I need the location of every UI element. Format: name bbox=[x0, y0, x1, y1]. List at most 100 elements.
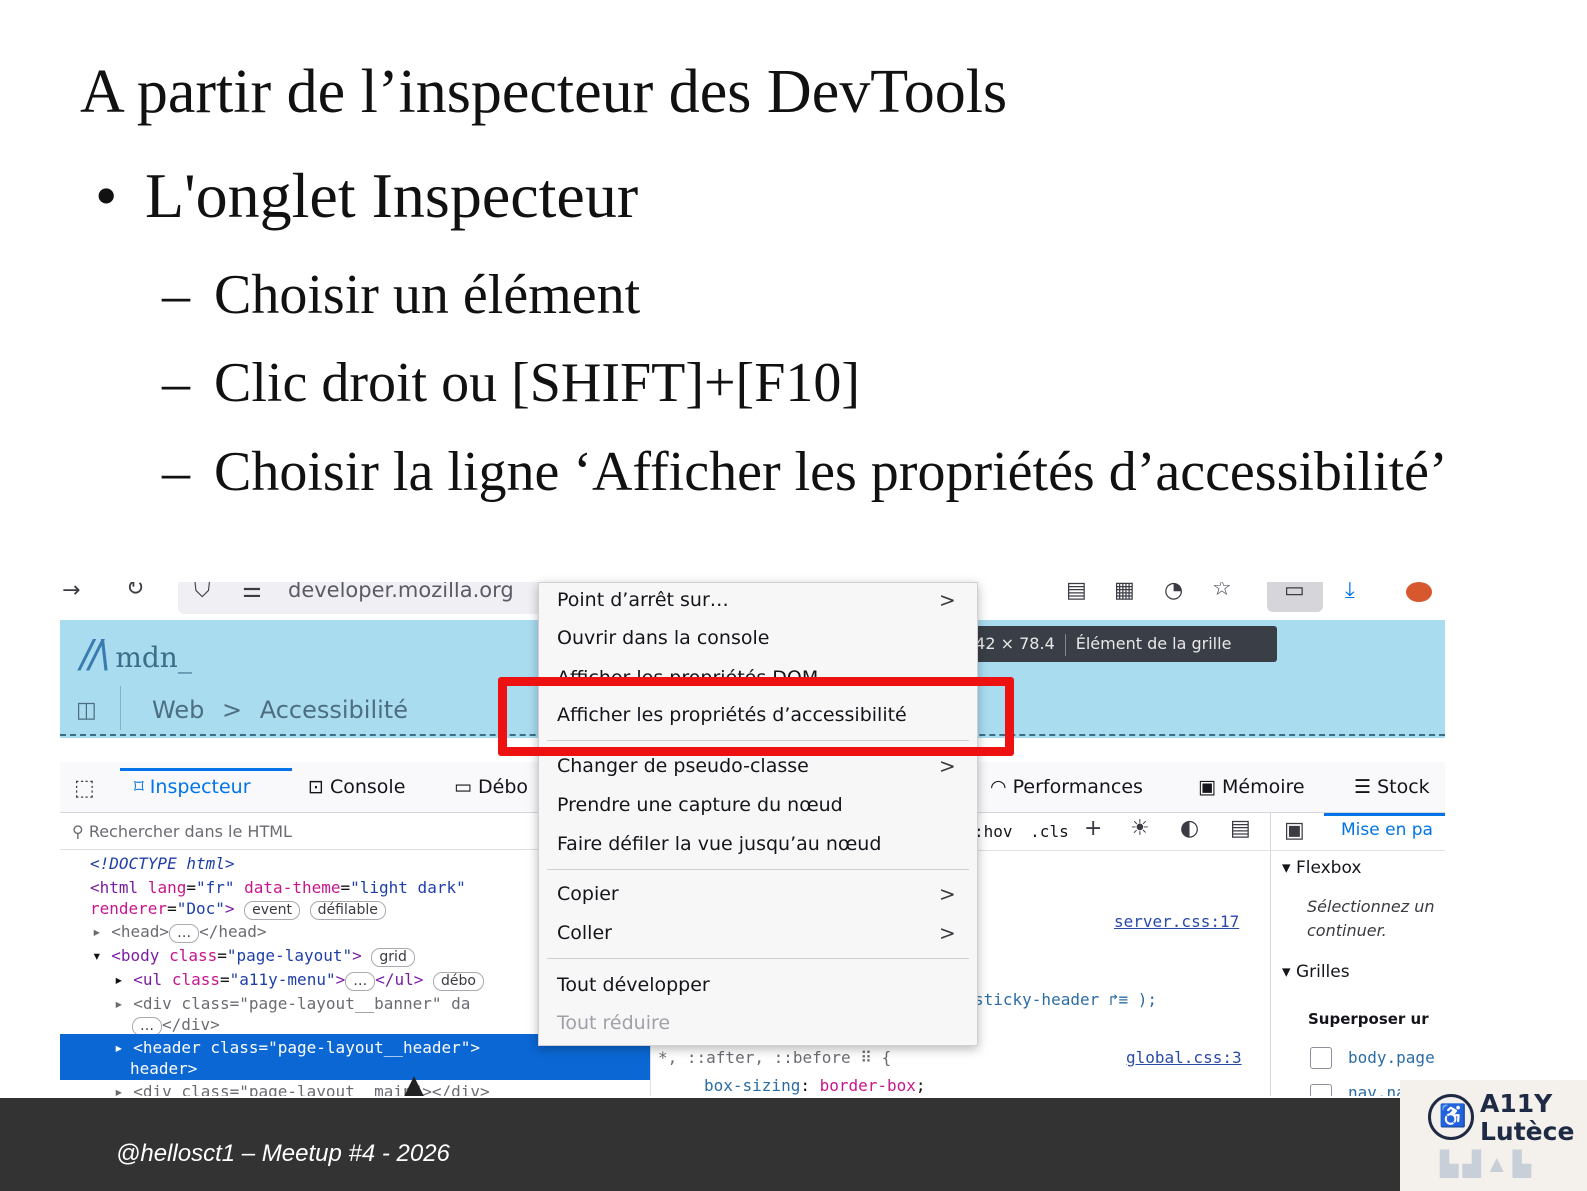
chevron-right-icon: > bbox=[939, 921, 956, 945]
banner-node[interactable]: ▸ <div class="page-layout__banner" da bbox=[114, 994, 470, 1014]
bullet-label: L'onglet Inspecteur bbox=[145, 160, 639, 231]
grids-section[interactable]: ▾ Grilles bbox=[1282, 962, 1350, 982]
avatar[interactable] bbox=[1406, 582, 1432, 602]
menu-item-pseudo-class[interactable]: Changer de pseudo-classe bbox=[557, 755, 809, 777]
permissions-icon[interactable]: ⚌ bbox=[242, 582, 262, 603]
logo-line-1: A11Y bbox=[1480, 1089, 1553, 1118]
dark-mode-icon[interactable]: ◐ bbox=[1180, 816, 1199, 841]
sub-marker: – bbox=[162, 441, 190, 503]
side-tab-indicator bbox=[1324, 813, 1445, 816]
html-node[interactable]: <html lang="fr" data-theme="light dark" bbox=[90, 878, 466, 898]
highlight-annotation bbox=[498, 677, 1014, 756]
sub-marker: – bbox=[162, 352, 190, 414]
html-node-cont[interactable]: renderer="Doc"> event défilable bbox=[90, 899, 386, 920]
debugger-icon: ▭ bbox=[454, 776, 478, 798]
tab-layout[interactable]: Mise en pa bbox=[1341, 820, 1433, 840]
menu-item-paste[interactable]: Coller bbox=[557, 922, 612, 944]
mdn-logo[interactable]: //\ mdn_ bbox=[80, 632, 192, 676]
performance-icon: ◠ bbox=[990, 776, 1013, 798]
flexbox-section[interactable]: ▾ Flexbox bbox=[1282, 858, 1361, 878]
banner-node-close[interactable]: … </div> bbox=[132, 1015, 220, 1036]
sub-item: – Clic droit ou [SHIFT]+[F10] bbox=[162, 350, 860, 417]
scroll-badge[interactable]: défilable bbox=[309, 901, 386, 920]
element-picker-icon[interactable]: ⬚ bbox=[74, 776, 95, 801]
mdn-logo-text: mdn_ bbox=[115, 641, 192, 674]
grid-tooltip-label: Élément de la grille bbox=[1075, 634, 1232, 653]
grid-tooltip: 042 × 78.4 Élément de la grille bbox=[965, 626, 1277, 662]
menu-item-copy[interactable]: Copier bbox=[557, 883, 619, 905]
menu-item-open-console[interactable]: Ouvrir dans la console bbox=[557, 627, 769, 649]
print-icon[interactable]: ▤ bbox=[1230, 816, 1251, 841]
tab-memory[interactable]: ▣ Mémoire bbox=[1198, 776, 1305, 798]
rss-icon[interactable]: ◔ bbox=[1164, 582, 1183, 603]
sub-item-label: Choisir un élément bbox=[214, 264, 641, 326]
hov-toggle[interactable]: :hov bbox=[974, 822, 1013, 841]
overflow-badge[interactable]: débo bbox=[433, 972, 484, 991]
storage-icon: ☰ bbox=[1354, 776, 1378, 798]
sidebar-toggle-button[interactable]: ▭ bbox=[1267, 582, 1323, 612]
box-sizing-declaration[interactable]: box-sizing: border-box; bbox=[704, 1076, 926, 1096]
bookmark-star-icon[interactable]: ☆ bbox=[1212, 582, 1232, 601]
cls-toggle[interactable]: .cls bbox=[1030, 822, 1069, 841]
console-icon: ⊡ bbox=[308, 776, 330, 798]
stylesheet-link-server[interactable]: server.css:17 bbox=[1114, 912, 1239, 932]
bullet-item: • L'onglet Inspecteur bbox=[95, 158, 638, 235]
forward-icon[interactable]: → bbox=[62, 582, 80, 603]
search-icon: ⚲ bbox=[72, 822, 89, 841]
menu-separator bbox=[547, 869, 969, 870]
shield-icon[interactable]: ⛉ bbox=[194, 582, 211, 603]
tab-inspector[interactable]: ⌑ Inspecteur bbox=[134, 776, 251, 798]
logo-text: A11Y Lutèce bbox=[1480, 1090, 1574, 1146]
menu-item-scroll-into-view[interactable]: Faire défiler la vue jusqu’au nœud bbox=[557, 833, 881, 855]
context-menu: Point d’arrêt sur… > Ouvrir dans la cons… bbox=[538, 582, 978, 1046]
breadcrumb-web[interactable]: Web bbox=[152, 696, 204, 724]
event-badge[interactable]: event bbox=[244, 901, 301, 920]
paris-skyline-icon: ▙▟▲▙ bbox=[1440, 1152, 1536, 1178]
logo-line-2: Lutèce bbox=[1480, 1117, 1575, 1146]
grid-overlay-checkbox[interactable] bbox=[1310, 1047, 1332, 1069]
qr-icon[interactable]: ▦ bbox=[1114, 582, 1135, 603]
sidebar-icon[interactable]: ◫ bbox=[76, 698, 97, 723]
chevron-right-icon: > bbox=[939, 588, 956, 612]
toggle-sidebar-icon[interactable]: ▣ bbox=[1284, 818, 1305, 843]
sub-item-label: Choisir la ligne ‘Afficher les propriété… bbox=[214, 441, 1448, 503]
url-text[interactable]: developer.mozilla.org bbox=[288, 582, 514, 602]
menu-item-expand-all[interactable]: Tout développer bbox=[557, 974, 710, 996]
universal-selector: *, ::after, ::before ⠿ { bbox=[658, 1048, 892, 1067]
grid-tooltip-size: 042 × 78.4 bbox=[965, 634, 1055, 653]
add-rule-icon[interactable]: + bbox=[1084, 816, 1102, 841]
tab-console[interactable]: ⊡ Console bbox=[308, 776, 405, 798]
reload-icon[interactable]: ↻ bbox=[126, 582, 144, 601]
head-node[interactable]: ▸ <head>… </head> bbox=[92, 922, 267, 943]
grid-overlay-label[interactable]: body.page bbox=[1348, 1048, 1435, 1068]
breadcrumb-current[interactable]: Accessibilité bbox=[260, 696, 408, 724]
window-icon: ▭ bbox=[1284, 582, 1305, 603]
menu-item-collapse-all[interactable]: Tout réduire bbox=[557, 1012, 670, 1034]
main-node[interactable]: ▸ <div class="page-layout__main"></div> bbox=[114, 1082, 490, 1096]
grid-overlay-heading: Superposer ur bbox=[1308, 1010, 1429, 1028]
body-node[interactable]: ▾ <body class="page-layout"> grid bbox=[92, 946, 415, 967]
grid-overlay-checkbox[interactable] bbox=[1310, 1084, 1332, 1096]
grid-badge[interactable]: grid bbox=[371, 948, 415, 967]
header-node[interactable]: ▸ <header class="page-layout__header"> bbox=[114, 1038, 480, 1058]
menu-item-breakpoint[interactable]: Point d’arrêt sur… bbox=[557, 589, 729, 611]
bullet-marker: • bbox=[95, 160, 118, 231]
menu-item-dom-properties[interactable]: Afficher les propriétés DOM bbox=[557, 665, 818, 677]
tab-performance[interactable]: ◠ Performances bbox=[990, 776, 1143, 798]
menu-item-screenshot-node[interactable]: Prendre une capture du nœud bbox=[557, 794, 843, 816]
inspector-icon: ⌑ bbox=[134, 776, 150, 798]
download-icon[interactable]: ⤓ bbox=[1345, 582, 1355, 603]
tab-storage[interactable]: ☰ Stock bbox=[1354, 776, 1430, 798]
tab-debugger[interactable]: ▭ Débo bbox=[454, 776, 528, 798]
chevron-right-icon: > bbox=[939, 882, 956, 906]
reader-icon[interactable]: ▤ bbox=[1066, 582, 1087, 603]
side-divider bbox=[1270, 850, 1445, 851]
breadcrumb-separator: > bbox=[221, 696, 243, 724]
doctype-node[interactable]: <!DOCTYPE html> bbox=[90, 854, 235, 874]
sticky-header-value: sticky-header ↱≡ ); bbox=[974, 990, 1158, 1009]
light-mode-icon[interactable]: ☀ bbox=[1130, 816, 1150, 841]
stylesheet-link-global[interactable]: global.css:3 bbox=[1126, 1048, 1242, 1068]
html-search-input[interactable]: ⚲ Rechercher dans le HTML bbox=[72, 822, 292, 841]
ul-node[interactable]: ▸ <ul class="a11y-menu">… </ul> débo bbox=[114, 970, 484, 991]
sub-item: – Choisir un élément bbox=[162, 262, 640, 329]
